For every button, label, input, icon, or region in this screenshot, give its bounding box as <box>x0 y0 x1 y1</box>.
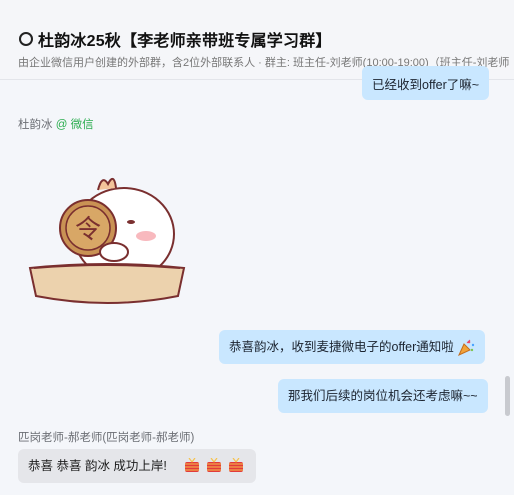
sender-source: @ 微信 <box>55 119 94 131</box>
chat-title[interactable]: 杜韵冰25秋【李老师亲带班专属学习群】 <box>38 27 332 51</box>
message-sender: 匹岗老师-郝老师(匹岗老师-郝老师) <box>18 429 194 445</box>
message-text: 恭喜 恭喜 韵冰 成功上岸! <box>28 459 167 473</box>
message-text: 那我们后续的岗位机会还考虑嘛~~ <box>288 389 478 403</box>
sender-name[interactable]: 匹岗老师-郝老师(匹岗老师-郝老师) <box>18 432 194 444</box>
message-bubble-mine[interactable]: 那我们后续的岗位机会还考虑嘛~~ <box>278 379 488 413</box>
scrollbar-thumb[interactable] <box>505 376 510 416</box>
firecracker-icon <box>184 457 243 472</box>
message-bubble-mine[interactable]: 恭喜韵冰，收到麦捷微电子的offer通知啦 <box>219 330 486 364</box>
chat-title-row[interactable]: 杜韵冰25秋【李老师亲带班专属学习群】 <box>14 27 332 51</box>
message-text: 已经收到offer了嘛~ <box>372 78 480 92</box>
party-popper-icon <box>458 339 475 356</box>
message-bubble-mine[interactable]: 已经收到offer了嘛~ <box>362 66 490 100</box>
group-ring-icon <box>19 32 33 46</box>
svg-text:令: 令 <box>75 215 101 245</box>
sticker-image[interactable]: 令 <box>28 168 186 314</box>
message-sender: 杜韵冰 @ 微信 <box>18 116 94 132</box>
message-bubble-theirs[interactable]: 恭喜 恭喜 韵冰 成功上岸! <box>18 449 256 483</box>
message-text: 恭喜韵冰，收到麦捷微电子的offer通知啦 <box>229 340 454 354</box>
sender-name[interactable]: 杜韵冰 <box>18 119 53 131</box>
